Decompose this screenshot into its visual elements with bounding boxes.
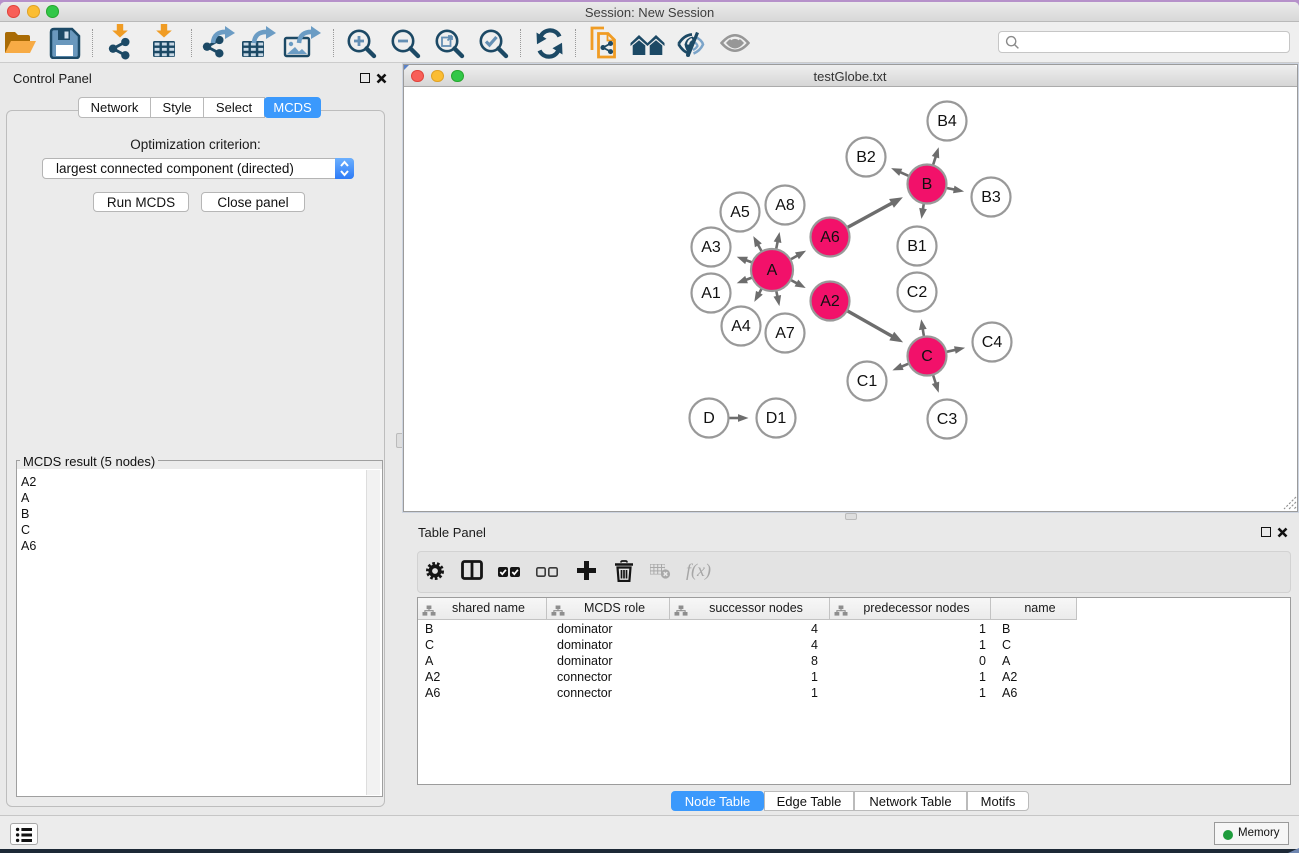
svg-text:C4: C4: [982, 334, 1003, 351]
svg-text:C1: C1: [857, 373, 878, 390]
svg-text:A2: A2: [820, 293, 840, 310]
svg-text:B2: B2: [856, 149, 876, 166]
svg-text:B: B: [922, 176, 933, 193]
svg-text:A: A: [767, 262, 778, 279]
svg-text:A1: A1: [701, 285, 721, 302]
svg-text:A8: A8: [775, 197, 795, 214]
svg-text:C3: C3: [937, 411, 958, 428]
svg-text:B1: B1: [907, 238, 927, 255]
svg-text:D: D: [703, 410, 715, 427]
svg-text:A3: A3: [701, 239, 721, 256]
svg-text:B3: B3: [981, 189, 1001, 206]
svg-text:A4: A4: [731, 318, 751, 335]
svg-text:D1: D1: [766, 410, 787, 427]
svg-text:A5: A5: [730, 204, 750, 221]
svg-text:B4: B4: [937, 113, 957, 130]
svg-text:A6: A6: [820, 229, 840, 246]
svg-text:C2: C2: [907, 284, 928, 301]
svg-text:A7: A7: [775, 325, 795, 342]
svg-text:C: C: [921, 348, 933, 365]
